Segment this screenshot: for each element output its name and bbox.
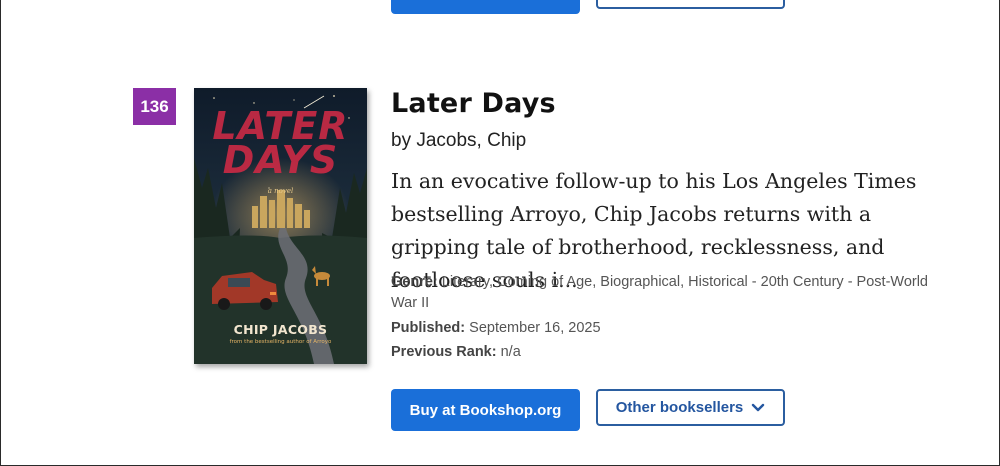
previous-rank-value: n/a — [500, 344, 521, 360]
published-value: September 16, 2025 — [469, 320, 601, 336]
cover-author: CHIP JACOBS — [233, 322, 328, 337]
previous-other-booksellers-button[interactable] — [596, 0, 785, 9]
published-line: Published: September 16, 2025 — [391, 318, 601, 339]
cover-tagline: from the bestselling author of Arroyo — [229, 339, 332, 345]
previous-buy-button[interactable] — [391, 0, 580, 14]
buy-at-bookshop-button[interactable]: Buy at Bookshop.org — [391, 389, 580, 431]
genre-label: Genre: — [391, 274, 438, 290]
book-title[interactable]: Later Days — [391, 88, 556, 119]
other-booksellers-label: Other booksellers — [615, 399, 744, 416]
book-cover[interactable]: LATER DAYS a novel CHIP JACOBS from the … — [194, 88, 367, 364]
cover-title-line2: DAYS — [222, 138, 339, 182]
rank-badge: 136 — [133, 88, 176, 125]
buy-button-label: Buy at Bookshop.org — [409, 401, 562, 419]
other-booksellers-button[interactable]: Other booksellers — [596, 389, 785, 426]
genre-line: Genre: Literary, Coming of Age, Biograph… — [391, 272, 931, 314]
genre-value: Literary, Coming of Age, Biographical, H… — [391, 274, 928, 311]
previous-rank-label: Previous Rank: — [391, 344, 497, 360]
published-label: Published: — [391, 320, 466, 336]
book-author: by Jacobs, Chip — [391, 130, 527, 151]
previous-rank-line: Previous Rank: n/a — [391, 342, 521, 363]
chevron-down-icon — [752, 403, 765, 411]
cover-subtitle: a novel — [267, 187, 294, 195]
